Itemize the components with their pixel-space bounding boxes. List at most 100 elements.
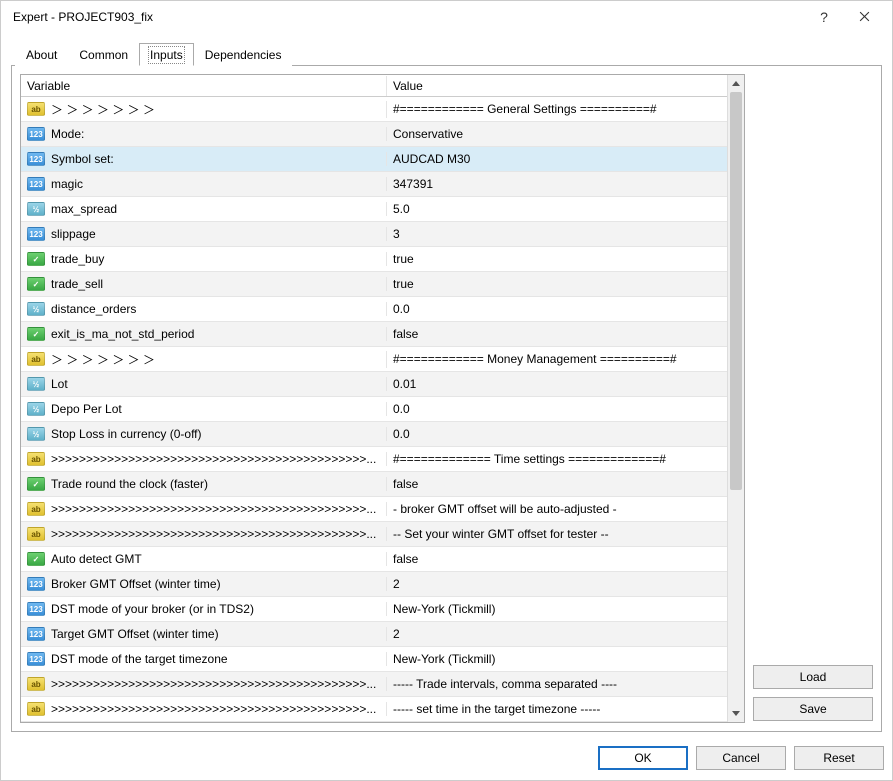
tab-about[interactable]: About — [15, 43, 68, 66]
cell-value[interactable]: 2 — [387, 627, 727, 641]
table-row[interactable]: 123magic347391 — [21, 172, 727, 197]
cell-value[interactable]: 5.0 — [387, 202, 727, 216]
variable-name: >>>>>>>>>>>>>>>>>>>>>>>>>>>>>>>>>>>>>>>>… — [51, 502, 376, 516]
variable-name: DST mode of your broker (or in TDS2) — [51, 602, 254, 616]
cell-value[interactable]: -- Set your winter GMT offset for tester… — [387, 527, 727, 541]
table-row[interactable]: ½max_spread5.0 — [21, 197, 727, 222]
vertical-scrollbar[interactable] — [727, 75, 744, 722]
tab-inputs[interactable]: Inputs — [139, 43, 194, 66]
str-type-icon: ab — [27, 527, 45, 541]
cell-value[interactable]: 0.01 — [387, 377, 727, 391]
bool-type-icon: ✓ — [27, 477, 45, 491]
cell-value[interactable]: false — [387, 327, 727, 341]
cell-value[interactable]: ----- Trade intervals, comma separated -… — [387, 677, 727, 691]
save-button[interactable]: Save — [753, 697, 873, 721]
cell-value[interactable]: AUDCAD M30 — [387, 152, 727, 166]
cell-value[interactable]: Conservative — [387, 127, 727, 141]
table-row[interactable]: 123 Target GMT Offset (winter time) 2 — [21, 622, 727, 647]
cell-variable: 123Symbol set: — [21, 152, 387, 166]
int-type-icon: 123 — [27, 577, 45, 591]
variable-name: Stop Loss in currency (0-off) — [51, 427, 202, 441]
table-row[interactable]: ab>>>>>>>>>>>>>>>>>>>>>>>>>>>>>>>>>>>>>>… — [21, 697, 727, 722]
cell-value[interactable]: true — [387, 277, 727, 291]
cell-value[interactable]: - broker GMT offset will be auto-adjuste… — [387, 502, 727, 516]
cell-variable: ✓Auto detect GMT — [21, 552, 387, 566]
dbl-type-icon: ½ — [27, 202, 45, 216]
reset-button[interactable]: Reset — [794, 746, 884, 770]
table-row[interactable]: ✓Auto detect GMTfalse — [21, 547, 727, 572]
cell-value[interactable]: 0.0 — [387, 402, 727, 416]
table-row[interactable]: 123DST mode of your broker (or in TDS2)N… — [21, 597, 727, 622]
variable-name: ＞ ＞ ＞ ＞ ＞ ＞ ＞ — [51, 101, 155, 118]
scroll-track[interactable] — [728, 92, 744, 705]
table-row[interactable]: ab ＞ ＞ ＞ ＞ ＞ ＞ ＞ #============ General Set… — [21, 97, 727, 122]
table-row[interactable]: ✓trade_buytrue — [21, 247, 727, 272]
column-header-value[interactable]: Value — [387, 76, 727, 96]
table-row[interactable]: ab＞ ＞ ＞ ＞ ＞ ＞ ＞#============ Money Manag… — [21, 347, 727, 372]
table-row[interactable]: 123Broker GMT Offset (winter time)2 — [21, 572, 727, 597]
int-type-icon: 123 — [27, 177, 45, 191]
column-header-variable[interactable]: Variable — [21, 76, 387, 96]
bool-type-icon: ✓ — [27, 327, 45, 341]
cell-value[interactable]: #============= Time settings ===========… — [387, 452, 727, 466]
table-row[interactable]: ab>>>>>>>>>>>>>>>>>>>>>>>>>>>>>>>>>>>>>>… — [21, 672, 727, 697]
table-row[interactable]: ✓exit_is_ma_not_std_periodfalse — [21, 322, 727, 347]
cell-variable: ab ＞ ＞ ＞ ＞ ＞ ＞ ＞ — [21, 101, 387, 118]
scroll-up-arrow[interactable] — [728, 75, 744, 92]
help-button[interactable]: ? — [804, 3, 844, 31]
table-row[interactable]: ✓Trade round the clock (faster)false — [21, 472, 727, 497]
table-row[interactable]: 123Symbol set:AUDCAD M30 — [21, 147, 727, 172]
cell-value[interactable]: 2 — [387, 577, 727, 591]
cell-variable: 123Mode: — [21, 127, 387, 141]
scroll-thumb[interactable] — [730, 92, 742, 490]
close-button[interactable] — [844, 3, 884, 31]
str-type-icon: ab — [27, 102, 45, 116]
cell-value[interactable]: false — [387, 477, 727, 491]
int-type-icon: 123 — [27, 627, 45, 641]
table-row[interactable]: ½Stop Loss in currency (0-off)0.0 — [21, 422, 727, 447]
cell-value[interactable]: 0.0 — [387, 302, 727, 316]
dbl-type-icon: ½ — [27, 302, 45, 316]
bool-type-icon: ✓ — [27, 277, 45, 291]
int-type-icon: 123 — [27, 227, 45, 241]
dialog-footer: OK Cancel Reset — [1, 738, 892, 780]
table-row[interactable]: ½Depo Per Lot0.0 — [21, 397, 727, 422]
variable-name: Target GMT Offset (winter time) — [51, 627, 219, 641]
table-row[interactable]: 123DST mode of the target timezoneNew-Yo… — [21, 647, 727, 672]
tab-common[interactable]: Common — [68, 43, 139, 66]
cell-value[interactable]: New-York (Tickmill) — [387, 602, 727, 616]
variable-name: trade_buy — [51, 252, 104, 266]
cell-value[interactable]: #============ General Settings =========… — [387, 102, 727, 116]
cell-value[interactable]: true — [387, 252, 727, 266]
table-row[interactable]: ab>>>>>>>>>>>>>>>>>>>>>>>>>>>>>>>>>>>>>>… — [21, 522, 727, 547]
cell-value[interactable]: false — [387, 552, 727, 566]
cell-value[interactable]: 0.0 — [387, 427, 727, 441]
ok-button[interactable]: OK — [598, 746, 688, 770]
tab-label: Inputs — [150, 48, 183, 62]
tab-dependencies[interactable]: Dependencies — [194, 43, 293, 66]
cell-variable: ab>>>>>>>>>>>>>>>>>>>>>>>>>>>>>>>>>>>>>>… — [21, 502, 387, 516]
cell-value[interactable]: 347391 — [387, 177, 727, 191]
table-row[interactable]: ab>>>>>>>>>>>>>>>>>>>>>>>>>>>>>>>>>>>>>>… — [21, 497, 727, 522]
cell-value[interactable]: 3 — [387, 227, 727, 241]
grid-header: Variable Value — [21, 75, 727, 97]
cancel-button[interactable]: Cancel — [696, 746, 786, 770]
table-row[interactable]: 123slippage3 — [21, 222, 727, 247]
cell-variable: ab>>>>>>>>>>>>>>>>>>>>>>>>>>>>>>>>>>>>>>… — [21, 527, 387, 541]
close-icon — [859, 11, 870, 22]
variable-name: ＞ ＞ ＞ ＞ ＞ ＞ ＞ — [51, 351, 155, 368]
table-row[interactable]: ½distance_orders0.0 — [21, 297, 727, 322]
cell-value[interactable]: #============ Money Management =========… — [387, 352, 727, 366]
table-row[interactable]: ✓trade_selltrue — [21, 272, 727, 297]
table-row[interactable]: 123Mode:Conservative — [21, 122, 727, 147]
variable-name: Auto detect GMT — [51, 552, 142, 566]
cell-variable: ✓exit_is_ma_not_std_period — [21, 327, 387, 341]
table-row[interactable]: ½Lot0.01 — [21, 372, 727, 397]
cell-value[interactable]: ----- set time in the target timezone --… — [387, 702, 727, 716]
variable-name: >>>>>>>>>>>>>>>>>>>>>>>>>>>>>>>>>>>>>>>>… — [51, 702, 376, 716]
scroll-down-arrow[interactable] — [728, 705, 744, 722]
load-button[interactable]: Load — [753, 665, 873, 689]
table-row[interactable]: ab>>>>>>>>>>>>>>>>>>>>>>>>>>>>>>>>>>>>>>… — [21, 447, 727, 472]
cell-value[interactable]: New-York (Tickmill) — [387, 652, 727, 666]
int-type-icon: 123 — [27, 652, 45, 666]
